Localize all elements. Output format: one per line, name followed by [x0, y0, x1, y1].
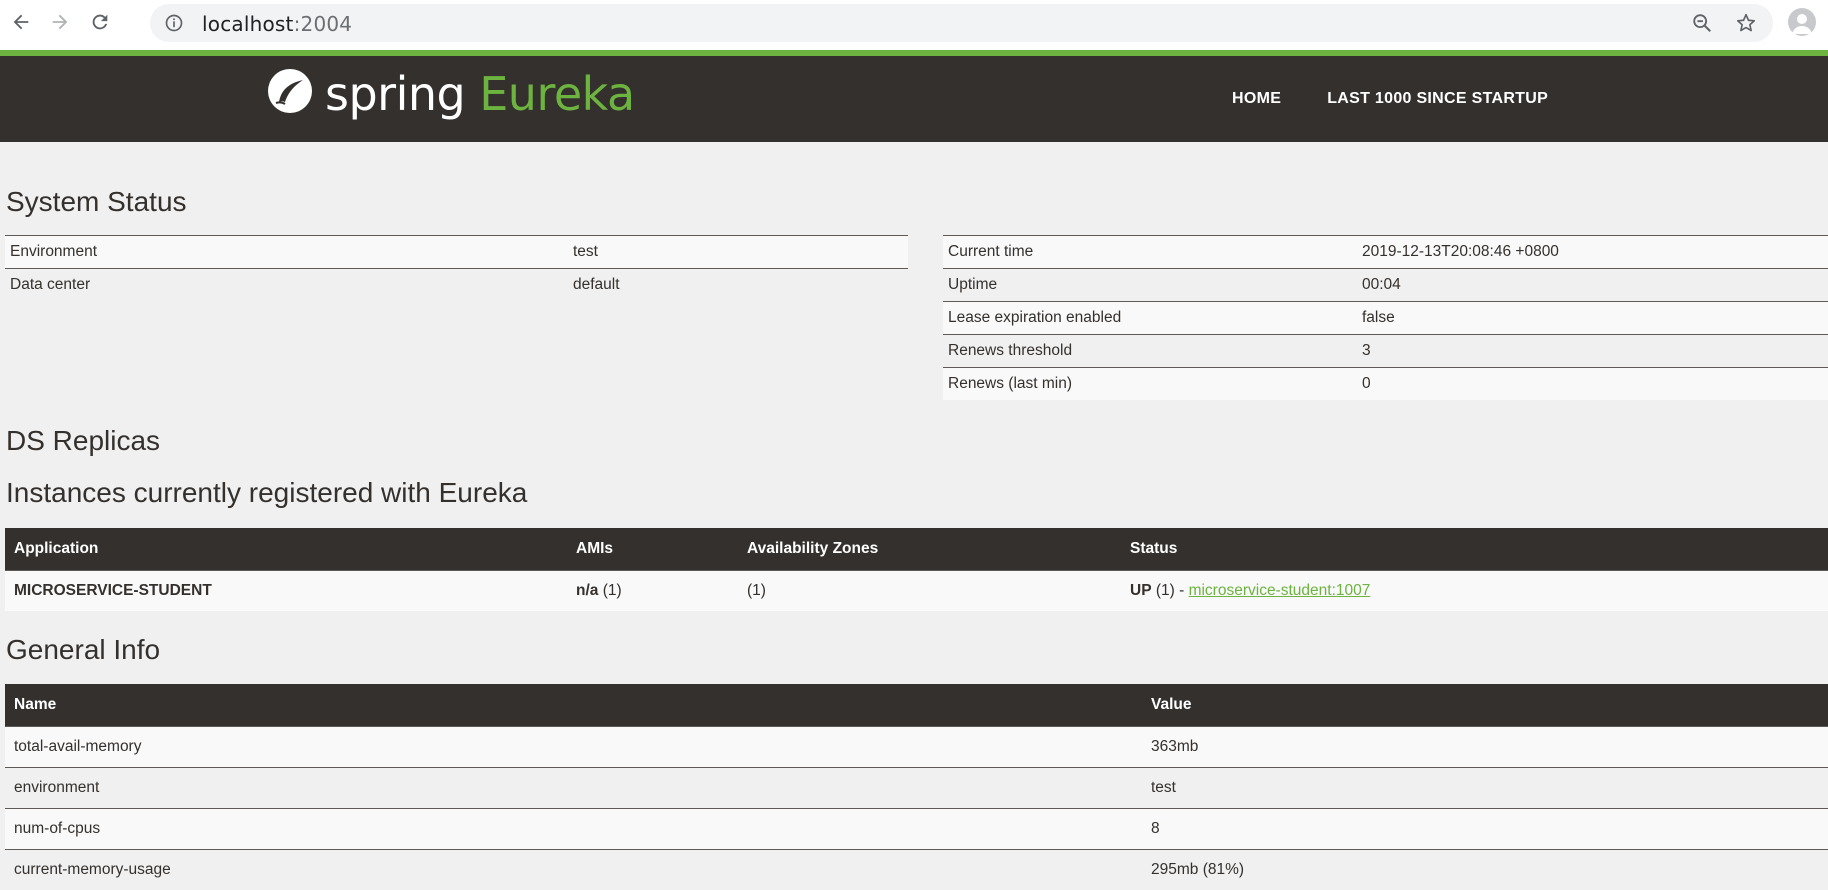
- column-header: Name: [5, 684, 1142, 727]
- status-value: 00:04: [1357, 269, 1828, 302]
- back-icon[interactable]: [6, 7, 36, 37]
- info-name: num-of-cpus: [5, 809, 1142, 850]
- status-label: Renews threshold: [943, 335, 1357, 368]
- status-value: 2019-12-13T20:08:46 +0800: [1357, 236, 1828, 269]
- table-row: Current time 2019-12-13T20:08:46 +0800: [943, 236, 1828, 269]
- info-name: total-avail-memory: [5, 727, 1142, 768]
- ami-value: n/a: [576, 582, 598, 599]
- info-value: 8: [1142, 809, 1828, 850]
- info-icon[interactable]: [164, 13, 184, 38]
- brand-spring-text: spring: [325, 67, 465, 121]
- table-row: Lease expiration enabled false: [943, 302, 1828, 335]
- reload-icon[interactable]: [85, 7, 115, 37]
- ami-count: (1): [598, 582, 621, 599]
- navbar: spring Eureka HOME LAST 1000 SINCE START…: [0, 56, 1828, 142]
- status-label: Uptime: [943, 269, 1357, 302]
- status-value: test: [568, 236, 908, 269]
- table-row: Environment test: [5, 236, 908, 269]
- nav-home-link[interactable]: HOME: [1232, 90, 1281, 108]
- nav-links: HOME LAST 1000 SINCE STARTUP: [1232, 90, 1548, 108]
- info-name: environment: [5, 768, 1142, 809]
- table-row: MICROSERVICE-STUDENT n/a (1) (1) UP (1) …: [5, 571, 1828, 612]
- info-value: 295mb (81%): [1142, 850, 1828, 890]
- status-label: Renews (last min): [943, 368, 1357, 401]
- column-header: Availability Zones: [738, 528, 1121, 571]
- url-host: localhost: [202, 12, 294, 36]
- column-header: Status: [1121, 528, 1828, 571]
- general-info-table: Name Value total-avail-memory 363mb envi…: [5, 684, 1828, 890]
- table-row: Data center default: [5, 269, 908, 302]
- info-value: 363mb: [1142, 727, 1828, 768]
- status-label: Current time: [943, 236, 1357, 269]
- column-header: Value: [1142, 684, 1828, 727]
- table-row: environment test: [5, 768, 1828, 809]
- status-label: Environment: [5, 236, 568, 269]
- forward-icon[interactable]: [45, 7, 75, 37]
- table-row: Renews (last min) 0: [943, 368, 1828, 401]
- general-info-title: General Info: [6, 634, 160, 666]
- table-header-row: Name Value: [5, 684, 1828, 727]
- star-icon[interactable]: [1735, 12, 1757, 39]
- status-value: default: [568, 269, 908, 302]
- status-label: Lease expiration enabled: [943, 302, 1357, 335]
- nav-last-1000-link[interactable]: LAST 1000 SINCE STARTUP: [1327, 90, 1548, 108]
- table-row: total-avail-memory 363mb: [5, 727, 1828, 768]
- status-value: false: [1357, 302, 1828, 335]
- address-bar[interactable]: localhost:2004: [150, 4, 1773, 42]
- status-up: UP: [1130, 582, 1152, 599]
- browser-toolbar: localhost:2004: [0, 0, 1828, 46]
- brand-eureka-text: Eureka: [479, 67, 634, 121]
- table-header-row: Application AMIs Availability Zones Stat…: [5, 528, 1828, 571]
- table-row: Uptime 00:04: [943, 269, 1828, 302]
- instances-title: Instances currently registered with Eure…: [6, 477, 527, 509]
- status-value: 0: [1357, 368, 1828, 401]
- instance-link[interactable]: microservice-student:1007: [1189, 582, 1371, 599]
- status-count: (1) -: [1152, 582, 1189, 599]
- brand-logo[interactable]: spring Eureka: [265, 66, 635, 121]
- info-value: test: [1142, 768, 1828, 809]
- status-cell: UP (1) - microservice-student:1007: [1121, 571, 1828, 612]
- url-port: :2004: [294, 12, 353, 36]
- table-row: num-of-cpus 8: [5, 809, 1828, 850]
- system-status-right-table: Current time 2019-12-13T20:08:46 +0800 U…: [943, 235, 1828, 400]
- instances-table: Application AMIs Availability Zones Stat…: [5, 528, 1828, 611]
- profile-icon[interactable]: [1788, 8, 1816, 36]
- status-label: Data center: [5, 269, 568, 302]
- column-header: AMIs: [567, 528, 738, 571]
- system-status-title: System Status: [6, 186, 187, 218]
- column-header: Application: [5, 528, 567, 571]
- system-status-left-table: Environment test Data center default: [5, 235, 908, 301]
- table-row: Renews threshold 3: [943, 335, 1828, 368]
- status-value: 3: [1357, 335, 1828, 368]
- info-name: current-memory-usage: [5, 850, 1142, 890]
- zones-cell: (1): [738, 571, 1121, 612]
- spring-leaf-icon: [265, 66, 315, 121]
- table-row: current-memory-usage 295mb (81%): [5, 850, 1828, 890]
- ami-cell: n/a (1): [567, 571, 738, 612]
- zoom-icon[interactable]: [1691, 12, 1713, 39]
- application-name: MICROSERVICE-STUDENT: [5, 571, 567, 612]
- ds-replicas-title: DS Replicas: [6, 425, 160, 457]
- url-text: localhost:2004: [202, 12, 352, 36]
